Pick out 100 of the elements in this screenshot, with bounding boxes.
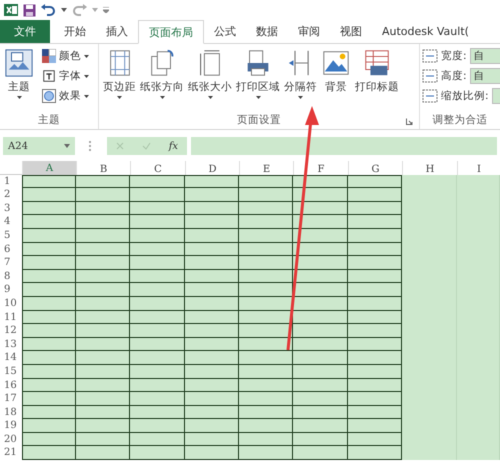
ribbon-button[interactable]: 字体 [40,66,91,86]
caret-icon [84,94,89,98]
ribbon-button[interactable]: 纸张大小 [186,46,234,108]
row-header[interactable]: 10 [0,296,22,311]
grid-cell [293,364,348,378]
caret-icon [84,74,89,78]
ribbon-tab[interactable]: 数据 [246,20,288,43]
grid-cell [22,256,76,270]
grid-cell [22,446,76,460]
ribbon-tab[interactable]: 页面布局 [138,20,204,44]
name-box[interactable]: A24 [3,137,75,155]
caret-icon [298,96,303,99]
caret-icon [117,96,122,99]
caret-icon[interactable] [61,8,67,12]
grid-cell [293,419,348,433]
grid-cell [185,256,239,270]
grid-cell [130,446,185,460]
redo-icon[interactable] [72,4,87,16]
grid-cell [293,446,348,460]
grid-cell [185,378,239,392]
grid-cell [22,283,76,297]
row-header[interactable]: 3 [0,202,22,216]
row-header[interactable]: 16 [0,378,22,392]
dropdown-field[interactable]: 自 [470,48,500,64]
dialog-launcher-icon[interactable] [406,118,413,125]
grid-cell [130,283,185,297]
grid-cell [348,202,402,216]
grid-cell [239,188,293,202]
ribbon-tab[interactable]: 审阅 [288,20,330,43]
grid-cell [22,324,76,338]
ribbon-button[interactable]: 颜色 [40,46,91,66]
ribbon-button[interactable]: 背景 [319,46,353,108]
grid-cell [22,364,76,378]
row-header[interactable]: 4 [0,215,22,229]
field-label: 宽度: [441,49,467,63]
row-header[interactable]: 12 [0,324,22,338]
row-header[interactable]: 18 [0,406,22,420]
ribbon-tab[interactable]: 插入 [96,20,138,43]
grid-cell [293,392,348,406]
grid-cell [239,351,293,365]
ribbon-button[interactable]: 打印标题 [353,46,401,108]
row-header[interactable]: 20 [0,432,22,446]
grid-cell [293,351,348,365]
row-header[interactable]: 7 [0,256,22,270]
ribbon-button[interactable]: 效果 [40,86,91,106]
grid-cell [76,364,130,378]
splitter-icon[interactable] [89,141,93,151]
row-header[interactable]: 15 [0,364,22,378]
ribbon-button[interactable]: 纸张方向 [138,46,186,108]
ribbon-button[interactable]: 打印区域 [234,46,282,108]
caret-icon [84,54,89,58]
grid-cell [76,406,130,420]
scale-icon [422,89,438,103]
ribbon-button[interactable]: 主题 [2,46,36,108]
grid-cell [185,270,239,284]
grid-cell [185,228,239,243]
cancel-icon[interactable] [116,142,124,150]
row-header[interactable]: 1 [0,174,22,188]
caret-icon [16,96,22,99]
row-header[interactable]: 6 [0,242,22,256]
ribbon-tab[interactable]: 视图 [330,20,372,43]
scale-icon [422,69,438,83]
grid-cell [239,256,293,270]
row-header[interactable]: 5 [0,228,22,243]
row-header[interactable]: 11 [0,310,22,324]
enter-icon[interactable] [142,142,151,150]
grid-cell [239,242,293,256]
dropdown-field[interactable]: 自 [470,68,500,84]
ribbon-tab[interactable]: 开始 [54,20,96,43]
caret-icon [256,96,260,99]
undo-icon[interactable] [41,4,56,16]
excel-icon[interactable] [4,3,18,17]
file-tab[interactable]: 文件 [0,20,50,43]
row-header[interactable]: 8 [0,270,22,284]
row-header[interactable]: 19 [0,419,22,433]
row-header[interactable]: 13 [0,338,22,352]
grid-cell [185,215,239,229]
customize-icon[interactable] [103,7,109,13]
grid-cell [22,310,76,324]
grid-cell [22,202,76,216]
row-header[interactable]: 14 [0,351,22,365]
row-header[interactable]: 2 [0,188,22,202]
grid-cell [348,228,402,243]
ribbon-tab[interactable]: 公式 [204,20,246,43]
grid-cell [130,228,185,243]
grid-cell [130,296,185,311]
grid-cell [130,242,185,256]
ribbon-button[interactable]: 页边距 [101,46,138,108]
ribbon-button[interactable]: 分隔符 [282,46,319,108]
grid-cell [76,419,130,433]
insert-function-button[interactable]: fx [168,140,178,152]
grid-cell [76,432,130,446]
row-header[interactable]: 17 [0,392,22,406]
save-icon[interactable] [23,4,36,16]
grid-cell [130,351,185,365]
ribbon-tab[interactable]: Autodesk Vault( [372,20,479,43]
grid-cell [76,202,130,216]
row-header[interactable]: 9 [0,283,22,297]
row-header[interactable]: 21 [0,446,22,460]
formula-field[interactable] [191,137,497,155]
